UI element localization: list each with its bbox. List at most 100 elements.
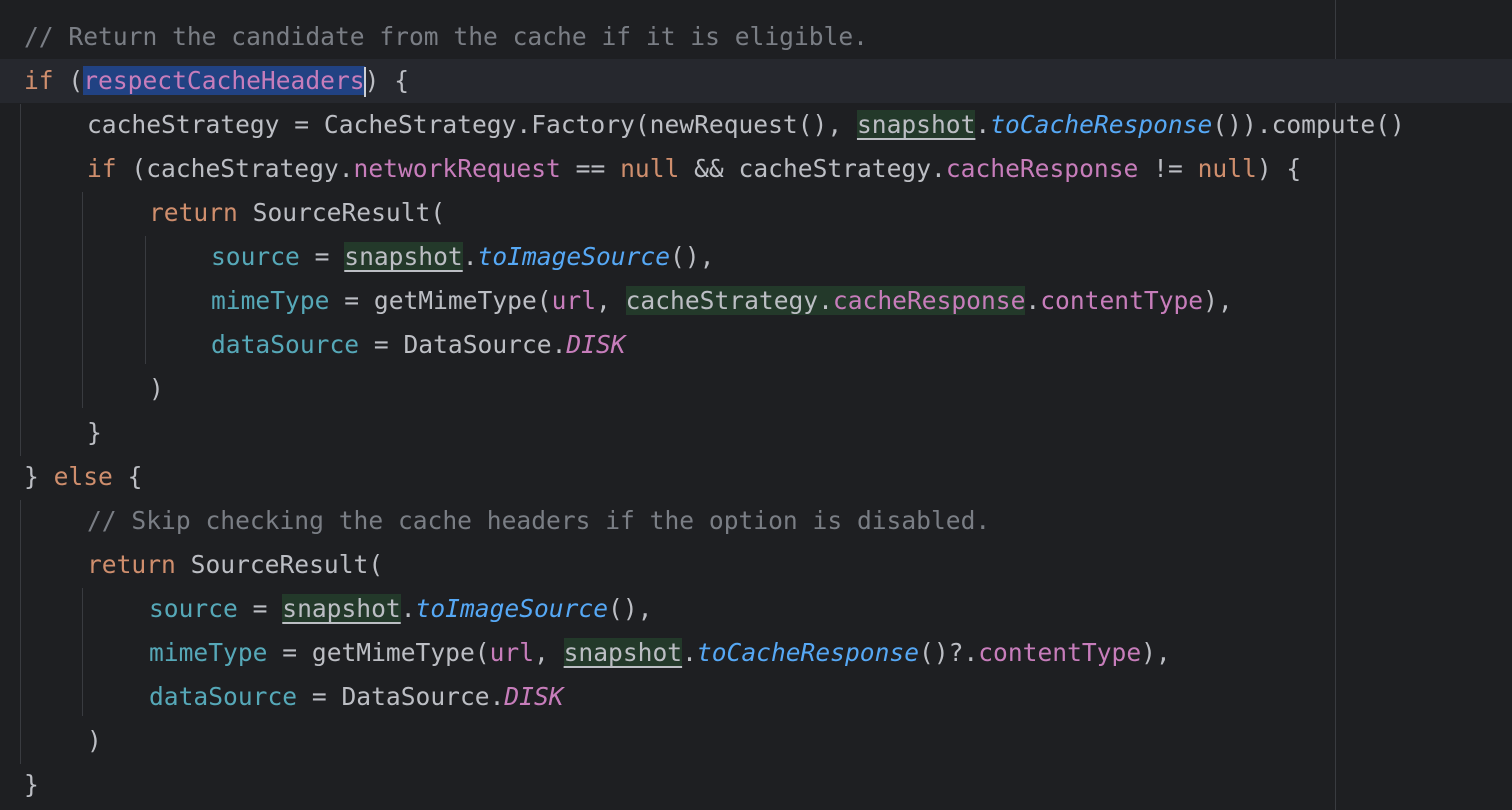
code-token: ()?.	[919, 638, 979, 667]
code-line[interactable]: dataSource = DataSource.DISK	[0, 323, 1512, 367]
code-token: (	[53, 66, 84, 95]
code-text: if (respectCacheHeaders) {	[24, 59, 409, 103]
code-token: dataSource	[149, 682, 298, 711]
code-token: // Return the candidate from the cache i…	[24, 22, 868, 51]
code-token: SourceResult(	[175, 550, 384, 579]
code-text: mimeType = getMimeType(url, cacheStrateg…	[211, 279, 1233, 323]
code-token: null	[620, 154, 680, 183]
code-token: ),	[1203, 286, 1233, 315]
code-token: = getMimeType(	[267, 638, 490, 667]
code-text: // Return the candidate from the cache i…	[24, 15, 868, 59]
code-token: DISK	[504, 682, 564, 711]
code-line[interactable]: return SourceResult(	[0, 543, 1512, 587]
code-token: cacheStrategy.	[625, 286, 833, 315]
code-text: dataSource = DataSource.DISK	[149, 675, 564, 719]
code-text: source = snapshot.toImageSource(),	[149, 587, 652, 631]
code-token: source	[149, 594, 238, 623]
code-token: .	[1025, 286, 1041, 315]
code-token: null	[1197, 154, 1257, 183]
code-editor[interactable]: // Return the candidate from the cache i…	[0, 0, 1512, 810]
code-token: (),	[670, 242, 715, 271]
code-line[interactable]: mimeType = getMimeType(url, cacheStrateg…	[0, 279, 1512, 323]
code-token: ) {	[1256, 154, 1302, 183]
code-token: snapshot	[856, 110, 976, 139]
code-token: }	[87, 418, 102, 447]
code-token: SourceResult(	[237, 198, 446, 227]
code-text: }	[24, 763, 39, 807]
code-token: DISK	[566, 330, 626, 359]
code-token: =	[237, 594, 283, 623]
code-token: cacheStrategy = CacheStrategy.Factory(ne…	[87, 110, 857, 139]
code-token: .	[975, 110, 991, 139]
code-token: .	[400, 594, 416, 623]
code-token: && cacheStrategy.	[679, 154, 946, 183]
code-token: = DataSource.	[359, 330, 567, 359]
code-token: snapshot	[282, 594, 401, 623]
code-token: ==	[560, 154, 621, 183]
code-token: if	[24, 66, 54, 95]
code-line[interactable]: mimeType = getMimeType(url, snapshot.toC…	[0, 631, 1512, 675]
code-token: {	[112, 462, 143, 491]
code-line[interactable]: if (cacheStrategy.networkRequest == null…	[0, 147, 1512, 191]
code-token: .	[682, 638, 697, 667]
code-token: ,	[534, 638, 564, 667]
code-text: )	[87, 719, 102, 763]
code-token: respectCacheHeaders	[83, 66, 365, 95]
code-token: )	[149, 374, 164, 403]
code-line[interactable]: cacheStrategy = CacheStrategy.Factory(ne…	[0, 103, 1512, 147]
code-token: else	[53, 462, 113, 491]
code-line[interactable]: // Skip checking the cache headers if th…	[0, 499, 1512, 543]
code-token: url	[551, 286, 596, 315]
code-line[interactable]: )	[0, 719, 1512, 763]
code-text: cacheStrategy = CacheStrategy.Factory(ne…	[87, 103, 1405, 147]
code-token: ) {	[364, 66, 409, 95]
code-token: (),	[608, 594, 653, 623]
code-token: !=	[1138, 154, 1198, 183]
code-token: contentType	[978, 638, 1142, 667]
code-line[interactable]: dataSource = DataSource.DISK	[0, 675, 1512, 719]
code-line[interactable]: source = snapshot.toImageSource(),	[0, 235, 1512, 279]
code-line[interactable]: }	[0, 411, 1512, 455]
code-token: if	[87, 154, 117, 183]
code-token: }	[24, 462, 54, 491]
code-token: )	[87, 726, 102, 755]
code-text: dataSource = DataSource.DISK	[211, 323, 626, 367]
code-token: mimeType	[211, 286, 330, 315]
code-line[interactable]: }	[0, 763, 1512, 807]
code-line[interactable]: source = snapshot.toImageSource(),	[0, 587, 1512, 631]
code-token: ,	[596, 286, 626, 315]
code-text: mimeType = getMimeType(url, snapshot.toC…	[149, 631, 1171, 675]
code-token: snapshot	[344, 242, 463, 271]
code-token: // Skip checking the cache headers if th…	[87, 506, 991, 535]
code-token: snapshot	[563, 638, 683, 667]
code-token: = DataSource.	[297, 682, 505, 711]
code-line[interactable]: if (respectCacheHeaders) {	[0, 59, 1512, 103]
code-text: )	[149, 367, 164, 411]
code-token: url	[489, 638, 534, 667]
code-token: networkRequest	[353, 154, 561, 183]
code-token: ),	[1141, 638, 1171, 667]
code-token: return	[149, 198, 238, 227]
code-token: cacheResponse	[945, 154, 1139, 183]
code-line[interactable]: // Return the candidate from the cache i…	[0, 15, 1512, 59]
code-token: toCacheResponse	[990, 110, 1213, 139]
code-text: if (cacheStrategy.networkRequest == null…	[87, 147, 1301, 191]
code-token: = getMimeType(	[329, 286, 552, 315]
code-token: .	[462, 242, 478, 271]
code-token: mimeType	[149, 638, 268, 667]
code-token: }	[24, 770, 39, 799]
code-token: toImageSource	[477, 242, 671, 271]
code-line[interactable]: return SourceResult(	[0, 191, 1512, 235]
code-text: source = snapshot.toImageSource(),	[211, 235, 714, 279]
code-token: (cacheStrategy.	[116, 154, 354, 183]
code-token: source	[211, 242, 300, 271]
code-line[interactable]: )	[0, 367, 1512, 411]
code-token: return	[87, 550, 176, 579]
code-line[interactable]: } else {	[0, 455, 1512, 499]
code-text: }	[87, 411, 102, 455]
code-text: return SourceResult(	[149, 191, 445, 235]
code-token: dataSource	[211, 330, 360, 359]
code-text: // Skip checking the cache headers if th…	[87, 499, 990, 543]
code-text: } else {	[24, 455, 142, 499]
code-token: ()).compute()	[1212, 110, 1405, 139]
